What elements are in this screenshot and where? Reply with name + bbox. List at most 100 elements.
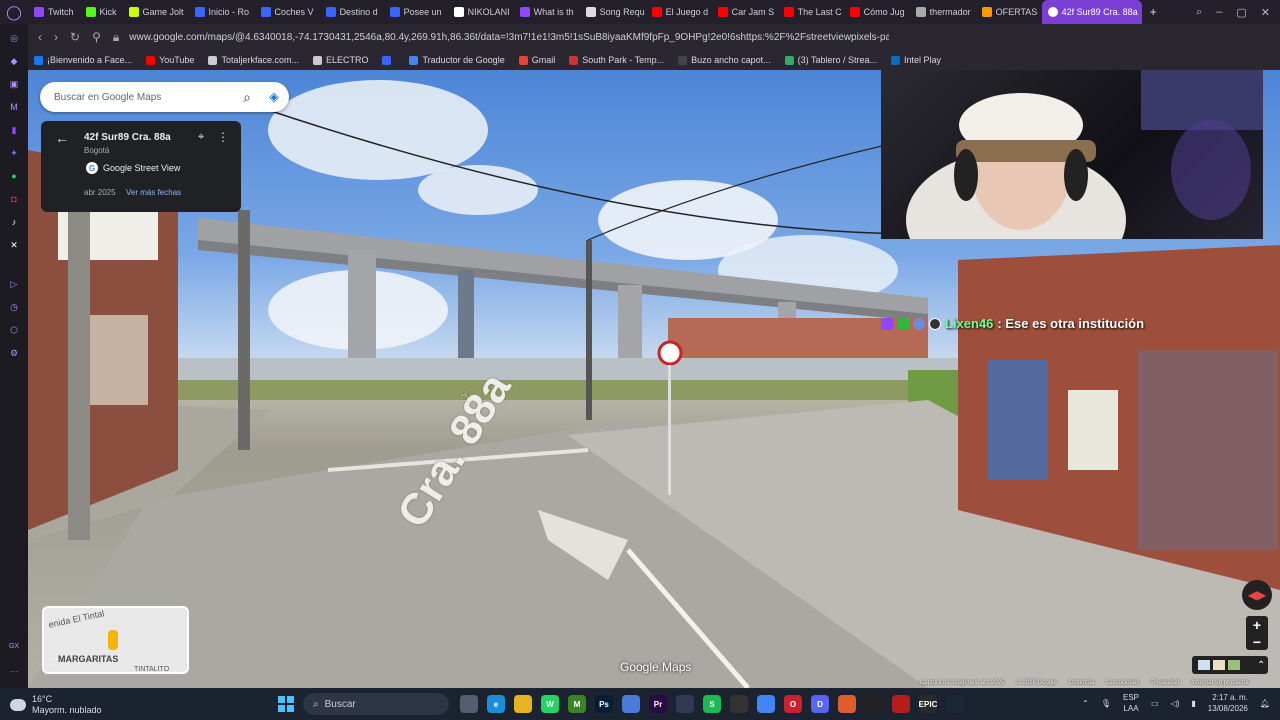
reload-icon[interactable]: ↻ <box>70 30 80 45</box>
tab-10[interactable]: El Juego d <box>646 0 712 24</box>
taskbar-app-icon-10[interactable] <box>730 695 748 713</box>
tab-active[interactable]: 42f Sur89 Cra. 88a <box>1041 0 1142 24</box>
volume-icon[interactable]: ◁) <box>1171 699 1180 708</box>
maps-icon[interactable]: M <box>8 101 20 113</box>
tab-5[interactable]: Destino d <box>320 0 384 24</box>
network-icon[interactable]: ▭ <box>1151 699 1159 708</box>
back-icon[interactable]: ‹ <box>38 30 42 45</box>
more-icon[interactable]: … <box>8 663 20 675</box>
bookmark-3[interactable]: ELECTRO <box>312 55 368 65</box>
minimize-icon[interactable]: – <box>1216 6 1222 18</box>
chevron-up-icon[interactable]: ⌃ <box>1082 699 1089 708</box>
taskbar-app-icon-9[interactable]: S <box>703 695 721 713</box>
battery-icon[interactable]: ▮ <box>1191 699 1195 708</box>
notifications-icon[interactable]: 🔔︎ <box>1260 699 1270 708</box>
back-arrow-icon[interactable]: ← <box>55 130 69 146</box>
compass-icon[interactable]: ◀▶ <box>1242 580 1272 610</box>
chevron-up-icon[interactable]: ⌃ <box>1257 660 1265 671</box>
settings-icon[interactable]: ⚙ <box>8 347 20 359</box>
tab-4[interactable]: Coches V <box>255 0 320 24</box>
tab-11[interactable]: Car Jam S <box>712 0 778 24</box>
footer-item-4[interactable]: Privacidad <box>1151 680 1179 686</box>
more-options-icon[interactable]: ⋮ <box>217 130 229 144</box>
new-tab-icon[interactable]: + <box>1142 5 1165 19</box>
weather-widget[interactable]: 16°C Mayorm. nublado <box>10 694 102 716</box>
taskbar-app-icon-18[interactable] <box>946 695 964 713</box>
instagram-icon[interactable]: ◘ <box>8 193 20 205</box>
messenger-icon[interactable]: ▣ <box>8 78 20 90</box>
maps-search-box[interactable]: Buscar en Google Maps ⌕ ◈ <box>40 82 289 112</box>
tab-12[interactable]: The Last C <box>778 0 844 24</box>
forward-icon[interactable]: › <box>54 30 58 45</box>
tiktok-icon[interactable]: ♪ <box>8 216 20 228</box>
tab-15[interactable]: OFERTAS <box>976 0 1042 24</box>
bookmark-1[interactable]: YouTube <box>146 55 194 65</box>
player-icon[interactable]: ▷ <box>8 278 20 290</box>
tab-8[interactable]: What is th <box>514 0 580 24</box>
pin-icon[interactable]: ⌖ <box>198 131 204 144</box>
zoom-in-icon[interactable]: + <box>1253 617 1261 633</box>
bookmark-5[interactable]: Traductor de Google <box>409 55 505 65</box>
expand-map-icon[interactable]: ⛶ <box>50 658 57 669</box>
tab-1[interactable]: Kick <box>80 0 123 24</box>
close-icon[interactable]: ✕ <box>1261 6 1270 19</box>
search-tabs-icon[interactable]: ⌕ <box>1196 6 1202 19</box>
bag-icon[interactable]: ◆ <box>8 55 20 67</box>
layer-thumb-icon-2[interactable] <box>1213 660 1225 670</box>
bookmark-7[interactable]: South Park - Temp... <box>569 55 664 65</box>
microphone-icon[interactable]: 🎙︎ <box>1101 699 1111 708</box>
taskbar-app-icon-4[interactable]: M <box>568 695 586 713</box>
aria-icon[interactable]: ◎ <box>8 32 20 44</box>
url-field[interactable]: www.google.com/maps/@4.6340018,-74.17304… <box>129 32 889 43</box>
bookmark-4[interactable] <box>382 55 395 65</box>
x-icon[interactable]: ✕ <box>8 239 20 251</box>
layer-thumb-icon[interactable] <box>1198 660 1210 670</box>
taskbar-app-icon-8[interactable] <box>676 695 694 713</box>
tab-7[interactable]: NIKOLANI <box>448 0 514 24</box>
windows-start-icon[interactable] <box>278 696 294 712</box>
taskbar-app-icon-6[interactable] <box>622 695 640 713</box>
taskbar-app-icon-2[interactable] <box>514 695 532 713</box>
more-dates-link[interactable]: Ver más fechas <box>126 188 181 197</box>
search-input[interactable]: Buscar en Google Maps <box>54 92 243 103</box>
maximize-icon[interactable]: ▢ <box>1236 6 1246 19</box>
tab-13[interactable]: Cómo Jug <box>844 0 910 24</box>
star-icon[interactable]: ✦ <box>8 147 20 159</box>
taskbar-app-icon-13[interactable]: D <box>811 695 829 713</box>
tab-3[interactable]: Inicio - Ro <box>189 0 255 24</box>
bookmark-8[interactable]: Buzo ancho capot... <box>678 55 771 65</box>
twitch-icon[interactable]: ▮ <box>8 124 20 136</box>
minimap[interactable]: enida El Tintal MARGARITAS TINTALITO ⛶ <box>42 606 189 674</box>
taskbar-app-icon-17[interactable]: EPIC <box>919 695 937 713</box>
tab-0[interactable]: Twitch <box>28 0 80 24</box>
bookmark-0[interactable]: ¡Bienvenido a Face... <box>34 55 132 65</box>
taskbar-app-icon-1[interactable]: e <box>487 695 505 713</box>
history-icon[interactable]: ◷ <box>8 301 20 313</box>
footer-item-5[interactable]: Informar un problema <box>1191 680 1248 686</box>
taskbar-search[interactable]: ⌕ Buscar <box>303 693 449 715</box>
tab-2[interactable]: Game Jolt <box>123 0 189 24</box>
extensions-icon[interactable]: ⬡ <box>8 324 20 336</box>
bookmark-9[interactable]: (3) Tablero / Strea... <box>784 55 877 65</box>
bookmark-10[interactable]: Intel Play <box>891 55 941 65</box>
bookmark-6[interactable]: Gmail <box>518 55 555 65</box>
tab-14[interactable]: thermador <box>910 0 976 24</box>
clock[interactable]: 2:17 a. m. 13/08/2026 <box>1208 692 1248 714</box>
taskbar-app-icon-7[interactable]: Pr <box>649 695 667 713</box>
layer-thumb-icon-3[interactable] <box>1228 660 1240 670</box>
footer-item-3[interactable]: Condiciones <box>1106 680 1139 686</box>
layers-toggle[interactable]: ⌃ <box>1192 656 1268 674</box>
tab-9[interactable]: Song Requ <box>580 0 646 24</box>
directions-icon[interactable]: ◈ <box>269 89 279 105</box>
taskbar-app-icon-15[interactable] <box>865 695 883 713</box>
bookmark-2[interactable]: Totaljerkface.com... <box>208 55 299 65</box>
search-icon[interactable]: ⌕ <box>243 89 251 106</box>
taskbar-app-icon-16[interactable] <box>892 695 910 713</box>
taskbar-app-icon-14[interactable] <box>838 695 856 713</box>
language-indicator[interactable]: ESP LAA <box>1123 692 1139 714</box>
opera-logo-icon[interactable]: ◯ <box>0 0 28 24</box>
footer-item-2[interactable]: Colombia <box>1069 680 1094 686</box>
taskbar-app-icon-0[interactable] <box>460 695 478 713</box>
taskbar-app-icon-12[interactable]: O <box>784 695 802 713</box>
whatsapp-icon[interactable]: ● <box>8 170 20 182</box>
